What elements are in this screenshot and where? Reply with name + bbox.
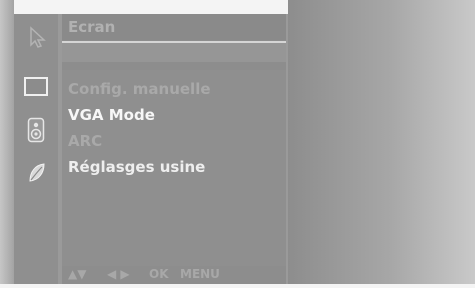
menu-item-vga-mode[interactable]: VGA Mode xyxy=(68,102,211,128)
pointer-icon[interactable] xyxy=(28,26,46,52)
osd-menu-panel: Ecran Config. manuelle VGA Mode ARC Régl… xyxy=(62,14,286,284)
menu-item-reglages-usine[interactable]: Réglasges usine xyxy=(68,154,211,180)
screen-icon[interactable] xyxy=(24,76,48,102)
leaf-icon[interactable] xyxy=(27,162,47,188)
menu-category-column xyxy=(14,14,58,284)
screen-bottom-border xyxy=(0,284,475,288)
menu-items: Config. manuelle VGA Mode ARC Réglasges … xyxy=(68,76,211,180)
background-picture-area xyxy=(288,0,475,288)
speaker-icon[interactable] xyxy=(27,117,45,147)
menu-hint: MENU xyxy=(180,267,220,281)
menu-title: Ecran xyxy=(68,18,116,36)
menu-item-arc[interactable]: ARC xyxy=(68,128,211,154)
up-down-arrows-icon: ▲▼ xyxy=(68,267,87,281)
background-left-strip xyxy=(0,0,14,288)
menu-items-area: Config. manuelle VGA Mode ARC Réglasges … xyxy=(62,70,286,266)
title-band xyxy=(62,43,286,62)
menu-title-bar: Ecran xyxy=(62,14,286,40)
ok-hint: OK xyxy=(149,267,169,281)
navigation-hint-bar: ▲▼ ◀ ▶ OK MENU xyxy=(62,266,286,284)
menu-item-config-manuelle[interactable]: Config. manuelle xyxy=(68,76,211,102)
left-right-arrows-icon: ◀ ▶ xyxy=(107,267,130,281)
